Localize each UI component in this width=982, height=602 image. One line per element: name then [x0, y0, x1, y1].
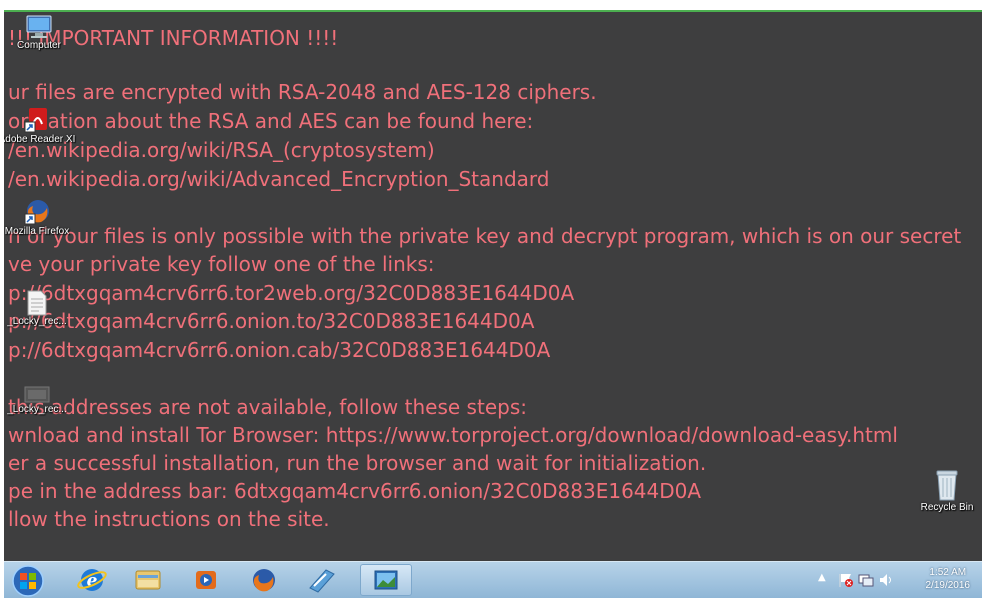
desktop: !!! IMPORTANT INFORMATION !!!! ur files …: [4, 10, 982, 563]
show-hidden-icons-icon[interactable]: ▲: [818, 572, 826, 583]
taskbar-app[interactable]: [296, 564, 348, 596]
clock-time: 1:52 AM: [929, 567, 967, 578]
internet-explorer-icon: e: [77, 569, 107, 591]
note-link: p://6dtxgqam4crv6rr6.onion.cab/32C0D883E…: [8, 338, 551, 362]
volume-icon[interactable]: [878, 572, 894, 588]
taskbar-media-player[interactable]: [180, 564, 232, 596]
computer-icon: [24, 14, 54, 40]
note-line: er a successful installation, run the br…: [8, 451, 707, 475]
note-line: wnload and install Tor Browser: https://…: [8, 423, 898, 447]
file-explorer-icon: [135, 570, 161, 590]
network-icon[interactable]: [858, 572, 874, 588]
note-line: this addresses are not available, follow…: [8, 395, 527, 419]
note-line: ormation about the RSA and AES can be fo…: [8, 109, 534, 133]
clock[interactable]: 1:52 AM 2/19/2016: [926, 566, 971, 592]
note-link: p://6dtxgqam4crv6rr6.onion.to/32C0D883E1…: [8, 309, 535, 333]
desktop-icon-computer[interactable]: Computer: [4, 14, 78, 51]
note-link: p://6dtxgqam4crv6rr6.tor2web.org/32C0D88…: [8, 281, 575, 305]
note-line: ur files are encrypted with RSA-2048 and…: [8, 80, 597, 104]
desktop-icon-firefox[interactable]: Mozilla Firefox: [4, 198, 76, 237]
firefox-icon: [253, 569, 275, 592]
note-line: pe in the address bar: 6dtxgqam4crv6rr6.…: [8, 479, 702, 503]
image-viewer-icon: [374, 570, 398, 590]
taskbar-internet-explorer[interactable]: e: [66, 564, 118, 596]
icon-label: Adobe Reader XI: [4, 134, 76, 145]
note-line: llow the instructions on the site.: [8, 507, 330, 531]
desktop-icon-locky-rec-1[interactable]: _Locky_rec...: [4, 290, 76, 327]
desktop-icon-adobe-reader[interactable]: Adobe Reader XI: [4, 106, 76, 145]
taskbar-image-viewer[interactable]: [360, 564, 412, 596]
clock-date: 2/19/2016: [925, 580, 971, 591]
note-line: ve your private key follow one of the li…: [8, 252, 435, 276]
action-center-flag-icon[interactable]: [838, 572, 854, 588]
firefox-icon: [23, 198, 51, 226]
icon-label: Mozilla Firefox: [4, 226, 70, 237]
image-file-icon: [24, 384, 50, 404]
adobe-reader-icon: [23, 106, 51, 134]
app-icon: [309, 569, 335, 593]
icon-label: _Locky_rec...: [7, 404, 67, 415]
text-file-icon: [26, 290, 48, 316]
icon-label: Recycle Bin: [920, 502, 974, 513]
media-player-icon: [196, 571, 216, 589]
note-line: /en.wikipedia.org/wiki/Advanced_Encrypti…: [8, 167, 550, 191]
taskbar-firefox[interactable]: [238, 564, 290, 596]
windows-start-orb-icon: [12, 565, 44, 597]
desktop-icon-locky-rec-2[interactable]: _Locky_rec...: [4, 384, 76, 415]
start-button[interactable]: [6, 564, 50, 597]
icon-label: _Locky_rec...: [7, 316, 67, 327]
desktop-icon-recycle-bin[interactable]: Recycle Bin: [908, 468, 982, 513]
icon-label: Computer: [17, 40, 61, 51]
system-tray: ▲ 1:52 AM 2/19/2016: [812, 562, 982, 598]
recycle-bin-icon: [934, 468, 960, 502]
note-line: n of your files is only possible with th…: [8, 224, 962, 248]
taskbar: e ▲ 1:52 AM 2/19/2016: [4, 561, 982, 598]
taskbar-file-explorer[interactable]: [122, 564, 174, 596]
